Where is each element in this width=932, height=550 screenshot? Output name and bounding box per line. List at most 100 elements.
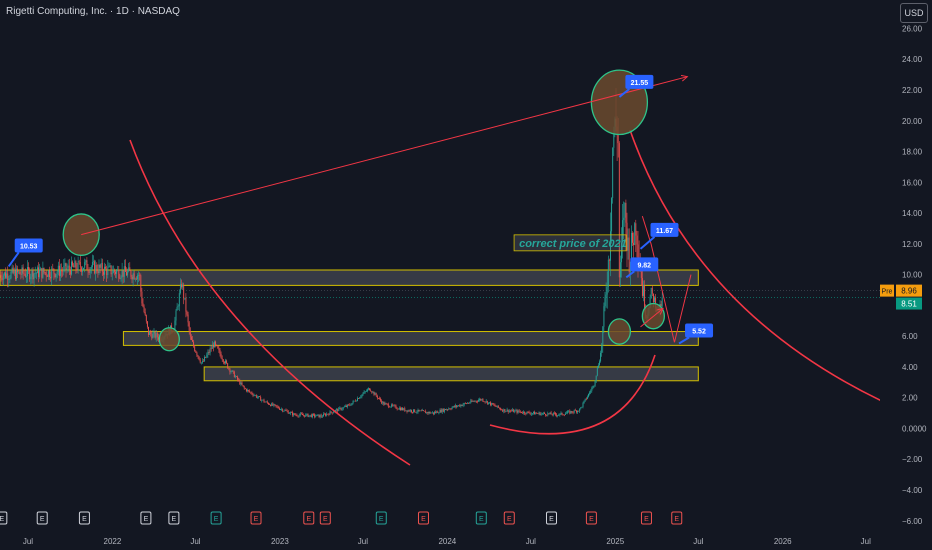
- candle: [210, 345, 212, 352]
- candle: [593, 385, 595, 388]
- earnings-marker[interactable]: E: [168, 511, 180, 525]
- candle: [599, 359, 600, 366]
- candle: [288, 412, 290, 414]
- price-chart[interactable]: 26.00 24.00 22.00 20.00 18.00 16.00 14.00 12.00…: [0, 0, 932, 550]
- earnings-marker[interactable]: E: [671, 511, 683, 525]
- earnings-marker[interactable]: E: [319, 511, 331, 525]
- candle: [437, 410, 439, 413]
- candle: [440, 408, 442, 413]
- candle: [502, 408, 504, 412]
- candle: [634, 222, 636, 246]
- candle: [276, 404, 278, 409]
- candle: [324, 412, 325, 415]
- candle: [458, 405, 460, 407]
- candle: [396, 407, 398, 411]
- candle: [264, 401, 266, 403]
- earnings-marker[interactable]: E: [375, 511, 387, 525]
- candle: [277, 405, 279, 409]
- candle: [36, 265, 38, 274]
- candle: [552, 412, 554, 417]
- currency-button[interactable]: USD: [900, 3, 928, 23]
- candle: [321, 414, 323, 418]
- candle: [275, 404, 277, 408]
- earnings-marker[interactable]: E: [250, 511, 262, 525]
- candle: [384, 401, 386, 405]
- candle: [305, 413, 307, 417]
- earnings-marker[interactable]: E: [78, 511, 90, 525]
- highlight-circle[interactable]: [607, 318, 632, 345]
- candle: [184, 297, 186, 301]
- candle: [527, 411, 529, 414]
- text-note[interactable]: correct price of 2021: [513, 234, 627, 252]
- candle: [395, 404, 397, 409]
- candle: [390, 406, 391, 408]
- earnings-marker[interactable]: E: [303, 511, 315, 525]
- candle: [546, 414, 548, 417]
- candle: [143, 304, 145, 314]
- candle: [555, 412, 556, 417]
- earnings-marker[interactable]: E: [417, 511, 429, 525]
- x-tick-label: Jul: [861, 537, 871, 546]
- candle: [561, 412, 563, 416]
- price-zone[interactable]: [203, 366, 699, 382]
- candle: [534, 410, 536, 415]
- candle: [93, 255, 94, 266]
- candle: [486, 400, 488, 405]
- earnings-marker[interactable]: E: [545, 511, 557, 525]
- candle: [430, 412, 432, 414]
- candle: [463, 402, 465, 407]
- candle: [86, 257, 88, 270]
- candle: [296, 413, 298, 417]
- earnings-marker-letter: E: [674, 516, 679, 523]
- candle: [424, 410, 426, 412]
- price-callout-value: 5.52: [692, 329, 706, 336]
- earnings-marker[interactable]: E: [0, 511, 8, 525]
- highlight-circle[interactable]: [158, 327, 180, 352]
- candle: [187, 311, 189, 327]
- candle: [448, 407, 450, 411]
- earnings-marker[interactable]: E: [140, 511, 152, 525]
- candle: [392, 403, 394, 407]
- candle: [573, 409, 575, 414]
- earnings-marker[interactable]: E: [640, 511, 652, 525]
- candle: [12, 265, 14, 275]
- x-axis: Jul 2022 Jul 2023 Jul 2024 Jul 2025 Jul 2026 Jul: [23, 537, 871, 546]
- candle: [183, 282, 185, 305]
- candle: [124, 259, 126, 272]
- candle: [227, 362, 229, 369]
- candle: [556, 412, 558, 418]
- price-callout-value: 10.53: [20, 243, 38, 250]
- candle: [293, 412, 295, 417]
- candle: [570, 410, 572, 415]
- earnings-marker[interactable]: E: [475, 511, 487, 525]
- x-tick-label: Jul: [23, 537, 33, 546]
- candle: [560, 411, 562, 416]
- candle: [203, 359, 204, 362]
- candle: [225, 358, 226, 365]
- candle: [592, 385, 594, 390]
- candle: [273, 403, 275, 408]
- trend-line[interactable]: [81, 77, 687, 236]
- earnings-marker-letter: E: [644, 516, 649, 523]
- y-tick-label: 4.00: [902, 363, 918, 372]
- candle: [489, 402, 490, 404]
- descending-arc[interactable]: [129, 139, 411, 466]
- candle: [245, 388, 247, 393]
- candle: [250, 391, 252, 395]
- candle: [623, 201, 625, 240]
- price-callout[interactable]: 10.53: [7, 238, 43, 268]
- candle: [363, 390, 365, 394]
- candle: [351, 403, 353, 406]
- candle: [361, 394, 363, 399]
- candle: [577, 410, 578, 415]
- candle: [241, 380, 243, 386]
- candle: [209, 344, 211, 356]
- earnings-marker-letter: E: [40, 516, 45, 523]
- earnings-marker[interactable]: E: [503, 511, 515, 525]
- candle: [421, 408, 423, 411]
- candle: [408, 409, 410, 412]
- candle: [117, 265, 119, 272]
- earnings-marker[interactable]: E: [585, 511, 597, 525]
- earnings-marker[interactable]: E: [210, 511, 222, 525]
- earnings-marker[interactable]: E: [36, 511, 48, 525]
